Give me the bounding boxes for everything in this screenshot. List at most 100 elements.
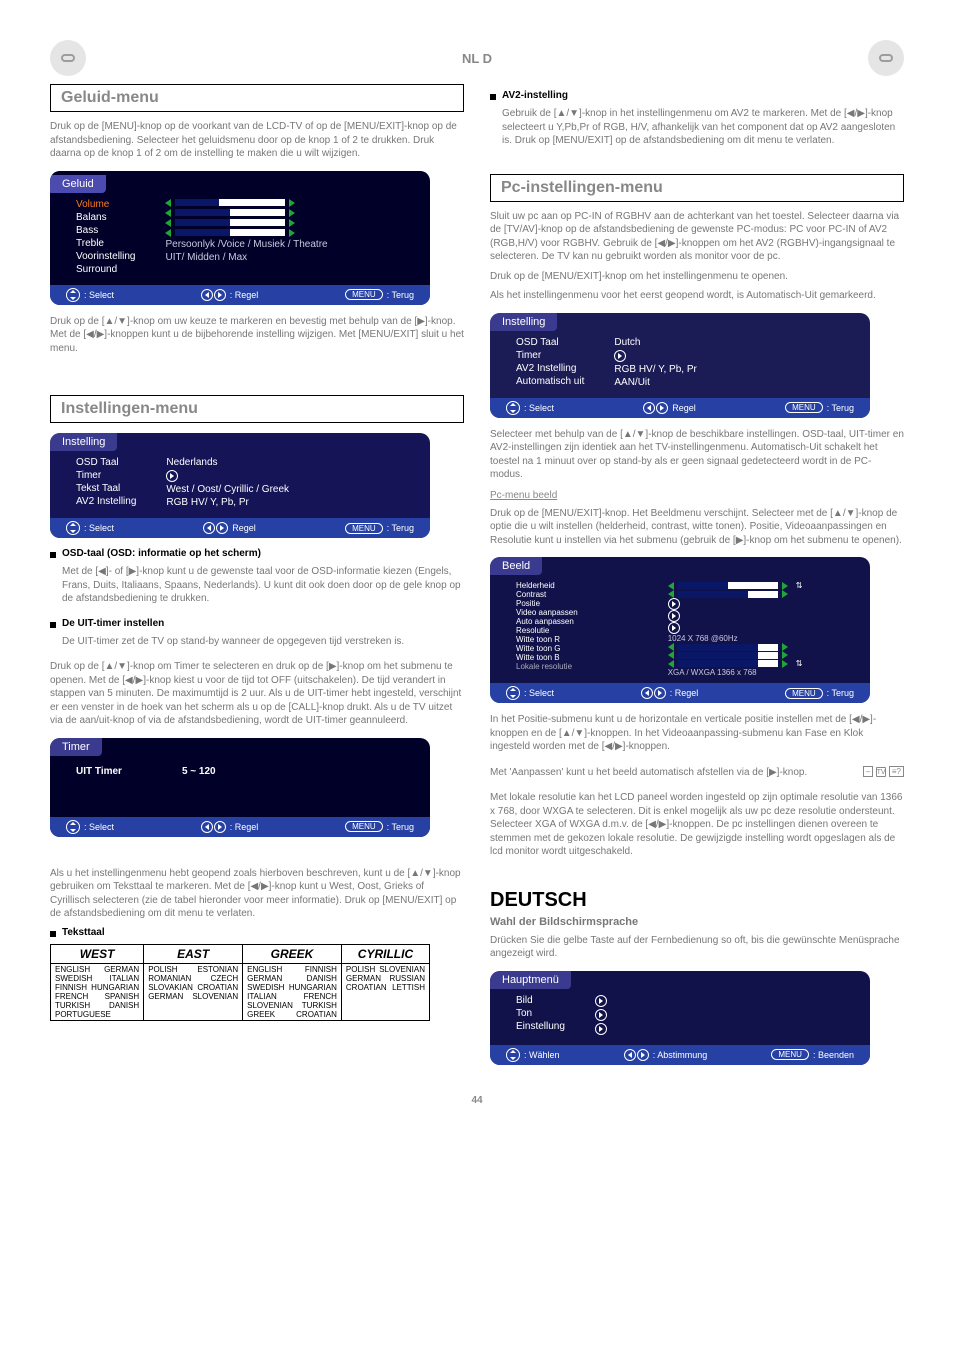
beeld-tab: Beeld <box>490 557 542 575</box>
tekst-taal-intro: Als u het instellingenmenu hebt geopend … <box>50 867 464 921</box>
sound-item-preset[interactable]: Voorinstelling <box>76 251 135 262</box>
inst2-val-osd: Dutch <box>614 337 852 348</box>
play-icon <box>595 1009 607 1021</box>
av2-head: AV2-instelling <box>502 90 568 101</box>
beeld-helder[interactable]: Helderheid <box>516 581 578 590</box>
leftright-icon <box>624 1049 649 1061</box>
updown-icon <box>66 288 80 302</box>
pc-text-2: Druk op de [MENU/EXIT]-knop om het inste… <box>490 270 904 284</box>
play-icon <box>166 470 178 482</box>
sound-item-treble[interactable]: Treble <box>76 238 135 249</box>
pc-settings-title: Pc-instellingen-menu <box>490 174 904 202</box>
sound-surround-val: UIT/ Midden / Max <box>165 252 412 263</box>
play-icon <box>595 1023 607 1035</box>
pc-text-4: Selecteer met behulp van de [▲/▼]-knop d… <box>490 428 904 482</box>
beeld-menu: Beeld Helderheid Contrast Positie Video … <box>490 557 870 703</box>
leftright-icon <box>643 402 668 414</box>
leftright-icon <box>201 289 226 301</box>
sound-tab: Geluid <box>50 175 106 193</box>
timer-tab: Timer <box>50 738 102 756</box>
haupt-bild[interactable]: Bild <box>516 995 565 1006</box>
sound-menu: Geluid Volume Balans Bass Treble Voorins… <box>50 171 430 305</box>
timer-label: UIT Timer <box>76 766 122 777</box>
pc-pic-text2: In het Positie-submenu kunt u de horizon… <box>490 713 904 754</box>
beeld-wb[interactable]: Witte toon B <box>516 653 578 662</box>
beeld-contrast[interactable]: Contrast <box>516 590 578 599</box>
page-number: 44 <box>50 1095 904 1106</box>
inst-timer[interactable]: Timer <box>76 470 136 481</box>
sound-item-volume[interactable]: Volume <box>76 199 135 210</box>
sound-preset-val: Persoonlyk /Voice / Musiek / Theatre <box>165 239 412 250</box>
timer-menu: Timer UIT Timer5 ~ 120 : Select : Regel … <box>50 738 430 837</box>
updown-icon <box>66 820 80 834</box>
beeld-res[interactable]: Resolutie <box>516 626 578 635</box>
play-icon <box>668 622 680 634</box>
sound-text-2: Druk op de [▲/▼]-knop om uw keuze te mar… <box>50 315 464 356</box>
ftr-back: : Terug <box>387 290 414 300</box>
uit-timer-text2: Druk op de [▲/▼]-knop om Timer te select… <box>50 660 464 728</box>
decor-circle-left <box>50 40 86 76</box>
sound-item-bass[interactable]: Bass <box>76 225 135 236</box>
inst-osd[interactable]: OSD Taal <box>76 457 136 468</box>
beeld-positie[interactable]: Positie <box>516 599 578 608</box>
bullet-icon <box>50 552 56 558</box>
inst2-timer[interactable]: Timer <box>516 350 584 361</box>
uit-timer-text1: De UIT-timer zet de TV op stand-by wanne… <box>62 635 404 649</box>
inst-tekst-val: West / Oost/ Cyrillic / Greek <box>166 484 412 495</box>
updown-icon <box>506 1048 520 1062</box>
play-icon <box>595 995 607 1007</box>
beeld-res-val: 1024 X 768 @60Hz <box>668 634 852 643</box>
timer-val: 5 ~ 120 <box>182 766 216 777</box>
bullet-icon <box>490 94 496 100</box>
haupt-tab: Hauptmenü <box>490 971 571 989</box>
sound-item-surround[interactable]: Surround <box>76 264 135 275</box>
sound-item-balans[interactable]: Balans <box>76 212 135 223</box>
beeld-wr[interactable]: Witte toon R <box>516 635 578 644</box>
pc-picture-title: Pc-menu beeld <box>490 490 904 501</box>
menu-btn-icon: MENU <box>345 289 383 300</box>
deutsch-text: Drücken Sie die gelbe Taste auf der Fern… <box>490 934 904 961</box>
inst-av2-val: RGB HV/ Y, Pb, Pr <box>166 497 412 508</box>
inst-av2[interactable]: AV2 Instelling <box>76 496 136 507</box>
remote-icons: – TV ≡? <box>863 766 904 778</box>
play-icon <box>668 610 680 622</box>
beeld-wg[interactable]: Witte toon G <box>516 644 578 653</box>
tekst-taal-head: Teksttaal <box>62 927 105 938</box>
pc-text-3: Als het instellingenmenu voor het eerst … <box>490 289 904 303</box>
sound-menu-title: Geluid-menu <box>50 84 464 112</box>
hauptmenu: Hauptmenü Bild Ton Einstellung : Wählen <box>490 971 870 1065</box>
inst2-av2[interactable]: AV2 Instelling <box>516 363 584 374</box>
inst-osd-val: Nederlands <box>166 457 412 468</box>
haupt-ton[interactable]: Ton <box>516 1008 565 1019</box>
updown-icon <box>506 686 520 700</box>
beeld-lokale[interactable]: Lokale resolutie <box>516 662 578 671</box>
sound-text-1: Druk op de [MENU]-knop op de voorkant va… <box>50 120 464 161</box>
pc-pic-text1: Druk op de [MENU/EXIT]-knop. Het Beeldme… <box>490 507 904 548</box>
haupt-einst[interactable]: Einstellung <box>516 1021 565 1032</box>
ftr-select: : Select <box>84 290 114 300</box>
inst2-val-av2: RGB HV/ Y, Pb, Pr <box>614 364 852 375</box>
settings-menu-title: Instellingen-menu <box>50 395 464 423</box>
leftright-icon <box>203 522 228 534</box>
pc-text-1: Sluit uw pc aan op PC-IN of RGBHV aan de… <box>490 210 904 264</box>
beeld-lokale-val: XGA / WXGA 1366 x 768 <box>668 668 852 677</box>
leftright-icon <box>201 821 226 833</box>
beeld-video[interactable]: Video aanpassen <box>516 608 578 617</box>
leftright-icon <box>641 687 666 699</box>
inst2-osd[interactable]: OSD Taal <box>516 337 584 348</box>
deutsch-head: DEUTSCH <box>490 889 904 912</box>
updown-icon <box>66 521 80 535</box>
lang-badge: NL D <box>462 51 492 66</box>
pc-pic-text3: Met 'Aanpassen' kunt u het beeld automat… <box>490 766 855 780</box>
decor-circle-right <box>868 40 904 76</box>
inst2-tab: Instelling <box>490 313 557 331</box>
uit-timer-head: De UIT-timer instellen <box>62 618 164 629</box>
beeld-auto[interactable]: Auto aanpassen <box>516 617 578 626</box>
deutsch-sub: Wahl der Bildschirmsprache <box>490 916 904 928</box>
language-table: WEST EAST GREEK CYRILLIC ENGLISHGERMANSW… <box>50 944 430 1021</box>
bullet-icon <box>50 622 56 628</box>
inst-tekst[interactable]: Tekst Taal <box>76 483 136 494</box>
updown-icon <box>506 401 520 415</box>
ftr-adjust: : Regel <box>230 290 259 300</box>
inst2-auto[interactable]: Automatisch uit <box>516 376 584 387</box>
